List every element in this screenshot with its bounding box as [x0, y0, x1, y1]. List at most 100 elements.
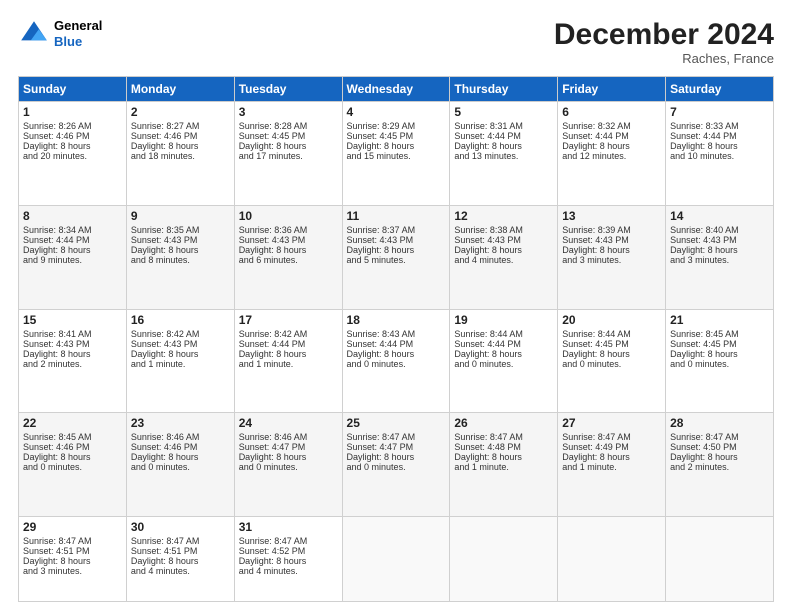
daylight-text: and 18 minutes.: [131, 151, 230, 161]
sunrise-text: Sunrise: 8:47 AM: [131, 536, 230, 546]
col-thursday: Thursday: [450, 77, 558, 102]
daylight-text: Daylight: 8 hours: [347, 141, 446, 151]
day-number: 1: [23, 105, 122, 119]
sunrise-text: Sunrise: 8:41 AM: [23, 329, 122, 339]
sunset-text: Sunset: 4:44 PM: [670, 131, 769, 141]
day-number: 31: [239, 520, 338, 534]
day-number: 5: [454, 105, 553, 119]
sunrise-text: Sunrise: 8:45 AM: [23, 432, 122, 442]
table-row: 30 Sunrise: 8:47 AMSunset: 4:51 PMDayligh…: [126, 517, 234, 602]
logo-icon: [18, 18, 50, 50]
daylight-text: and 3 minutes.: [670, 255, 769, 265]
col-friday: Friday: [558, 77, 666, 102]
daylight-text: Daylight: 8 hours: [454, 245, 553, 255]
sunrise-text: Sunrise: 8:33 AM: [670, 121, 769, 131]
table-row: 28Sunrise: 8:47 AMSunset: 4:50 PMDayligh…: [666, 413, 774, 517]
sunrise-text: Sunrise: 8:47 AM: [347, 432, 446, 442]
daylight-text: and 9 minutes.: [23, 255, 122, 265]
sunset-text: Sunset: 4:44 PM: [562, 131, 661, 141]
sunset-text: Sunset: 4:43 PM: [454, 235, 553, 245]
sunrise-text: Sunrise: 8:32 AM: [562, 121, 661, 131]
table-row: 7 Sunrise: 8:33 AMSunset: 4:44 PMDaylight…: [666, 102, 774, 206]
daylight-text: Daylight: 8 hours: [239, 245, 338, 255]
table-row: 17Sunrise: 8:42 AMSunset: 4:44 PMDayligh…: [234, 309, 342, 413]
day-number: 7: [670, 105, 769, 119]
daylight-text: and 0 minutes.: [562, 359, 661, 369]
daylight-text: and 0 minutes.: [131, 462, 230, 472]
sunset-text: Sunset: 4:46 PM: [23, 131, 122, 141]
sunrise-text: Sunrise: 8:36 AM: [239, 225, 338, 235]
sunset-text: Sunset: 4:45 PM: [670, 339, 769, 349]
daylight-text: Daylight: 8 hours: [23, 141, 122, 151]
calendar-page: General Blue December 2024 Raches, Franc…: [0, 0, 792, 612]
sunset-text: Sunset: 4:43 PM: [562, 235, 661, 245]
sunrise-text: Sunrise: 8:47 AM: [239, 536, 338, 546]
daylight-text: and 1 minute.: [562, 462, 661, 472]
sunset-text: Sunset: 4:50 PM: [670, 442, 769, 452]
table-row: 13Sunrise: 8:39 AMSunset: 4:43 PMDayligh…: [558, 205, 666, 309]
day-number: 2: [131, 105, 230, 119]
daylight-text: Daylight: 8 hours: [454, 452, 553, 462]
table-row: 3Sunrise: 8:28 AMSunset: 4:45 PMDaylight…: [234, 102, 342, 206]
daylight-text: Daylight: 8 hours: [23, 245, 122, 255]
day-number: 26: [454, 416, 553, 430]
daylight-text: Daylight: 8 hours: [347, 349, 446, 359]
day-number: 15: [23, 313, 122, 327]
col-sunday: Sunday: [19, 77, 127, 102]
table-row: 26Sunrise: 8:47 AMSunset: 4:48 PMDayligh…: [450, 413, 558, 517]
daylight-text: and 1 minute.: [454, 462, 553, 472]
col-saturday: Saturday: [666, 77, 774, 102]
daylight-text: Daylight: 8 hours: [670, 349, 769, 359]
daylight-text: and 4 minutes.: [239, 566, 338, 576]
daylight-text: and 2 minutes.: [670, 462, 769, 472]
col-wednesday: Wednesday: [342, 77, 450, 102]
logo-general: General: [54, 18, 102, 34]
table-row: [342, 517, 450, 602]
daylight-text: and 5 minutes.: [347, 255, 446, 265]
sunset-text: Sunset: 4:45 PM: [347, 131, 446, 141]
daylight-text: Daylight: 8 hours: [454, 141, 553, 151]
sunset-text: Sunset: 4:47 PM: [347, 442, 446, 452]
table-row: 11Sunrise: 8:37 AMSunset: 4:43 PMDayligh…: [342, 205, 450, 309]
sunset-text: Sunset: 4:43 PM: [347, 235, 446, 245]
sunset-text: Sunset: 4:43 PM: [239, 235, 338, 245]
table-row: 14Sunrise: 8:40 AMSunset: 4:43 PMDayligh…: [666, 205, 774, 309]
daylight-text: and 8 minutes.: [131, 255, 230, 265]
table-row: [666, 517, 774, 602]
sunrise-text: Sunrise: 8:47 AM: [23, 536, 122, 546]
daylight-text: Daylight: 8 hours: [23, 452, 122, 462]
location: Raches, France: [554, 51, 774, 66]
table-row: 22Sunrise: 8:45 AMSunset: 4:46 PMDayligh…: [19, 413, 127, 517]
logo-text: General Blue: [54, 18, 102, 49]
sunrise-text: Sunrise: 8:45 AM: [670, 329, 769, 339]
sunset-text: Sunset: 4:46 PM: [23, 442, 122, 452]
day-number: 25: [347, 416, 446, 430]
day-number: 28: [670, 416, 769, 430]
day-number: 21: [670, 313, 769, 327]
month-title: December 2024: [554, 18, 774, 51]
sunset-text: Sunset: 4:45 PM: [239, 131, 338, 141]
daylight-text: Daylight: 8 hours: [239, 556, 338, 566]
sunset-text: Sunset: 4:51 PM: [131, 546, 230, 556]
table-row: 20Sunrise: 8:44 AMSunset: 4:45 PMDayligh…: [558, 309, 666, 413]
table-row: 24Sunrise: 8:46 AMSunset: 4:47 PMDayligh…: [234, 413, 342, 517]
table-row: 2Sunrise: 8:27 AMSunset: 4:46 PMDaylight…: [126, 102, 234, 206]
title-block: December 2024 Raches, France: [554, 18, 774, 66]
table-row: 15Sunrise: 8:41 AMSunset: 4:43 PMDayligh…: [19, 309, 127, 413]
daylight-text: Daylight: 8 hours: [239, 141, 338, 151]
sunrise-text: Sunrise: 8:38 AM: [454, 225, 553, 235]
daylight-text: and 4 minutes.: [454, 255, 553, 265]
day-number: 3: [239, 105, 338, 119]
daylight-text: Daylight: 8 hours: [562, 245, 661, 255]
daylight-text: Daylight: 8 hours: [670, 141, 769, 151]
day-number: 14: [670, 209, 769, 223]
daylight-text: and 12 minutes.: [562, 151, 661, 161]
daylight-text: Daylight: 8 hours: [347, 452, 446, 462]
sunset-text: Sunset: 4:43 PM: [23, 339, 122, 349]
table-row: 1Sunrise: 8:26 AMSunset: 4:46 PMDaylight…: [19, 102, 127, 206]
daylight-text: Daylight: 8 hours: [131, 556, 230, 566]
day-number: 30: [131, 520, 230, 534]
sunrise-text: Sunrise: 8:40 AM: [670, 225, 769, 235]
daylight-text: and 17 minutes.: [239, 151, 338, 161]
table-row: 5Sunrise: 8:31 AMSunset: 4:44 PMDaylight…: [450, 102, 558, 206]
